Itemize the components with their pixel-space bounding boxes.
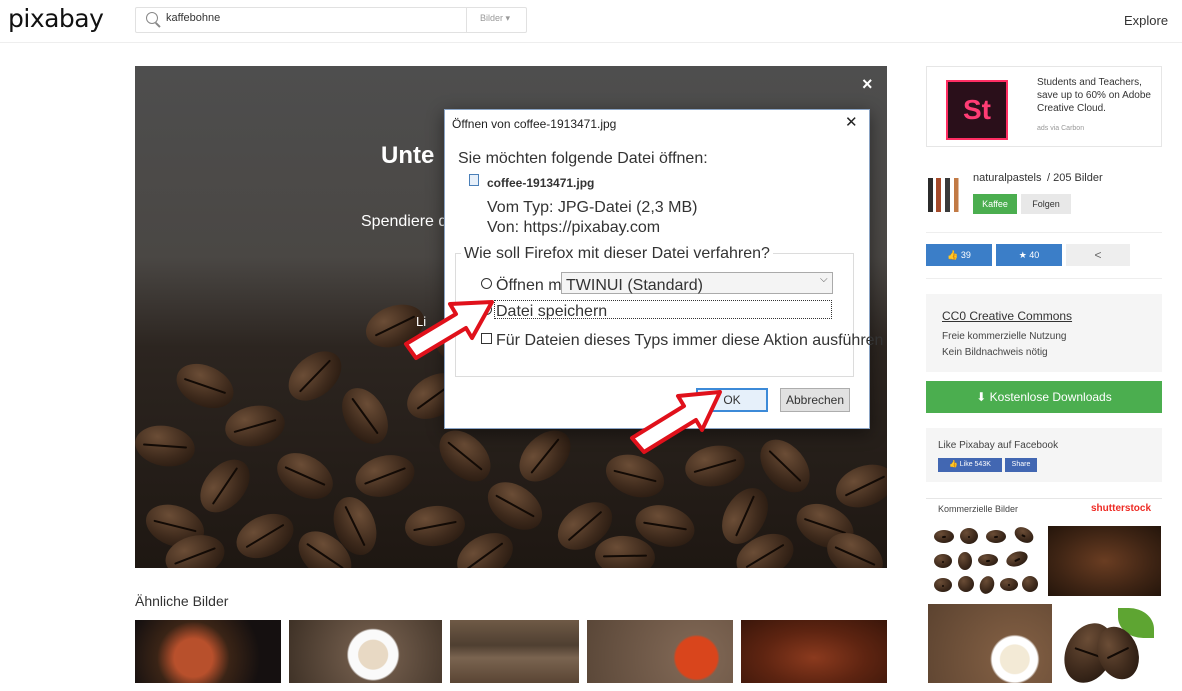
save-file-label[interactable]: Datei speichern xyxy=(496,303,607,321)
file-name: coffee-1913471.jpg xyxy=(487,176,595,190)
file-icon xyxy=(469,174,479,186)
always-label[interactable]: Für Dateien dieses Typs immer diese Akti… xyxy=(496,332,883,350)
cancel-button[interactable]: Abbrechen xyxy=(780,388,850,412)
similar-thumbnail[interactable] xyxy=(135,620,281,683)
avatar[interactable] xyxy=(928,178,962,212)
similar-thumbnail[interactable] xyxy=(587,620,733,683)
similar-thumbnail[interactable] xyxy=(289,620,442,683)
user-image-count: / 205 Bilder xyxy=(1047,172,1103,184)
search-divider xyxy=(466,8,467,32)
explore-menu[interactable]: Explore xyxy=(1124,13,1168,28)
dialog-title: Öffnen von coffee-1913471.jpg xyxy=(452,117,617,131)
download-button[interactable]: ⬇ Kostenlose Downloads xyxy=(926,381,1162,413)
similar-thumbnail[interactable] xyxy=(741,620,887,683)
dialog-prompt: Sie möchten folgende Datei öffnen: xyxy=(458,150,708,167)
file-type: Vom Typ: JPG-Datei (2,3 MB) xyxy=(487,199,698,216)
commercial-thumbnail[interactable] xyxy=(1048,526,1161,596)
divider xyxy=(926,232,1162,233)
facebook-like-button[interactable]: 👍 Like 543K xyxy=(938,458,1002,472)
facebook-share-button[interactable]: Share xyxy=(1005,458,1037,472)
follow-button[interactable]: Folgen xyxy=(1021,194,1071,214)
close-icon[interactable]: × xyxy=(862,74,873,95)
license-line-2: Kein Bildnachweis nötig xyxy=(942,347,1048,358)
open-with-radio[interactable] xyxy=(481,278,492,289)
open-with-label[interactable]: Öffnen mit xyxy=(496,277,570,295)
license-line-1: Freie kommerzielle Nutzung xyxy=(942,331,1067,342)
commercial-images-label: Kommerzielle Bilder xyxy=(938,504,1019,514)
ad-text[interactable]: Students and Teachers, save up to 60% on… xyxy=(1037,76,1157,115)
commercial-thumbnail[interactable] xyxy=(928,522,1042,598)
user-name[interactable]: naturalpastels xyxy=(973,172,1042,184)
like-button[interactable]: 👍 39 xyxy=(926,244,992,266)
action-group-label: Wie soll Firefox mit dieser Datei verfah… xyxy=(461,245,773,263)
file-source: Von: https://pixabay.com xyxy=(487,219,661,236)
share-button[interactable]: < xyxy=(1066,244,1130,266)
adobe-stock-logo[interactable]: St xyxy=(946,80,1008,140)
license-link[interactable]: CC0 Creative Commons xyxy=(942,309,1072,323)
arrow-icon xyxy=(630,390,722,454)
similar-images-title: Ähnliche Bilder xyxy=(135,593,229,609)
commercial-thumbnail[interactable] xyxy=(1055,604,1162,691)
hero-subtitle: Spendiere d xyxy=(361,213,448,230)
search-type-dropdown[interactable]: Bilder ▾ xyxy=(480,13,510,24)
app-select-value[interactable]: TWINUI (Standard) xyxy=(566,277,703,295)
pixabay-logo[interactable]: pixabay xyxy=(8,4,104,33)
search-icon[interactable] xyxy=(146,12,158,24)
chevron-down-icon[interactable]: ⌵ xyxy=(820,274,828,285)
ad-via[interactable]: ads via Carbon xyxy=(1037,125,1084,132)
coffee-button[interactable]: Kaffee xyxy=(973,194,1017,214)
dialog-close-icon[interactable]: ✕ xyxy=(845,113,858,131)
divider xyxy=(926,278,1162,279)
similar-thumbnail[interactable] xyxy=(450,620,579,683)
search-input[interactable] xyxy=(166,12,446,24)
commercial-thumbnail[interactable] xyxy=(928,604,1052,683)
hero-title: Unte xyxy=(381,142,435,169)
shutterstock-logo[interactable]: shutterstock xyxy=(1091,503,1151,514)
favorite-button[interactable]: ★ 40 xyxy=(996,244,1062,266)
arrow-icon xyxy=(404,300,494,360)
facebook-label: Like Pixabay auf Facebook xyxy=(938,440,1059,451)
facebook-box xyxy=(926,428,1162,482)
